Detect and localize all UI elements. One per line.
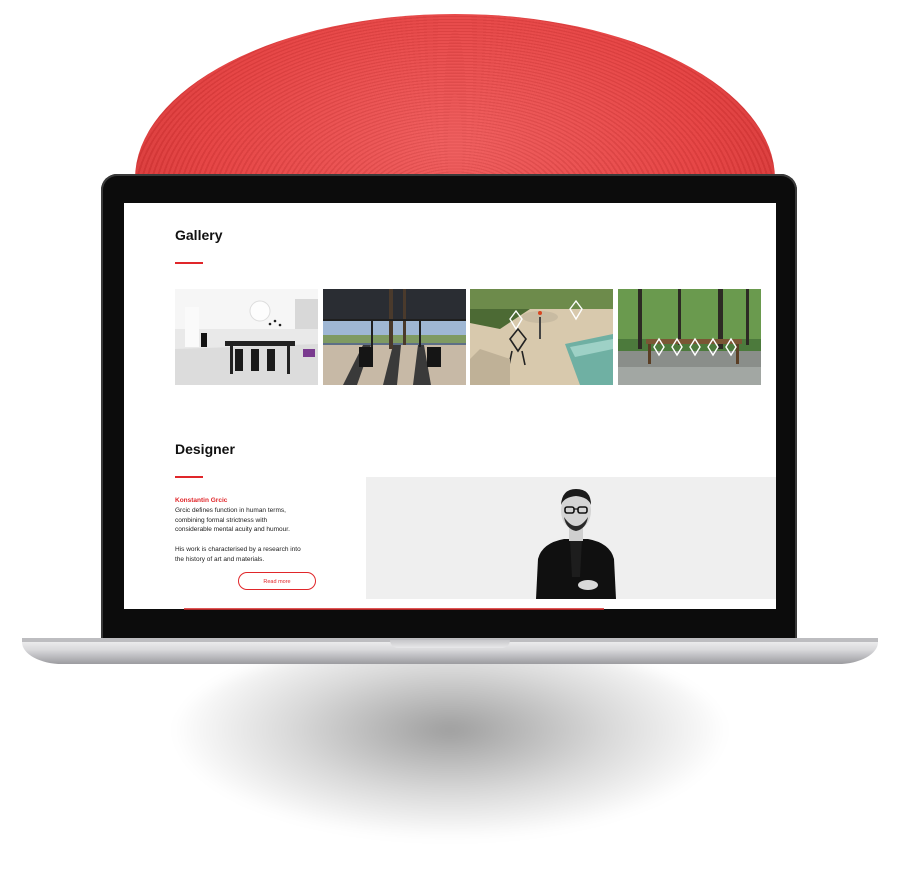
laptop-screen: Gallery Designer Konstantin Grcic Grcic … bbox=[124, 203, 776, 609]
designer-description-line: considerable mental acuity and humour. bbox=[175, 526, 290, 533]
designer-name: Konstantin Grcic bbox=[175, 497, 228, 504]
read-more-button[interactable]: Read more bbox=[238, 572, 316, 590]
laptop-shadow bbox=[170, 640, 730, 840]
gallery-image-interior[interactable] bbox=[175, 289, 318, 385]
designer-research-line: His work is characterised by a research … bbox=[175, 546, 301, 553]
designer-title: Designer bbox=[175, 441, 235, 457]
gallery-image-forest-patio[interactable] bbox=[618, 289, 761, 385]
designer-description: Grcic defines function in human terms, c… bbox=[175, 506, 325, 535]
gallery-title: Gallery bbox=[175, 227, 223, 243]
gallery-image-terrace[interactable] bbox=[323, 289, 466, 385]
gallery-image-poolside[interactable] bbox=[470, 289, 613, 385]
designer-research-line: the history of art and materials. bbox=[175, 555, 265, 563]
designer-title-underline bbox=[175, 476, 203, 478]
designer-description-line: combining formal strictness with bbox=[175, 516, 268, 524]
designer-photo bbox=[366, 477, 776, 599]
screen-bottom-accent bbox=[184, 608, 604, 610]
designer-description-line: Grcic defines function in human terms, bbox=[175, 507, 286, 514]
laptop-opening-notch bbox=[390, 640, 510, 648]
designer-research: His work is characterised by a research … bbox=[175, 545, 325, 564]
gallery-title-underline bbox=[175, 262, 203, 264]
